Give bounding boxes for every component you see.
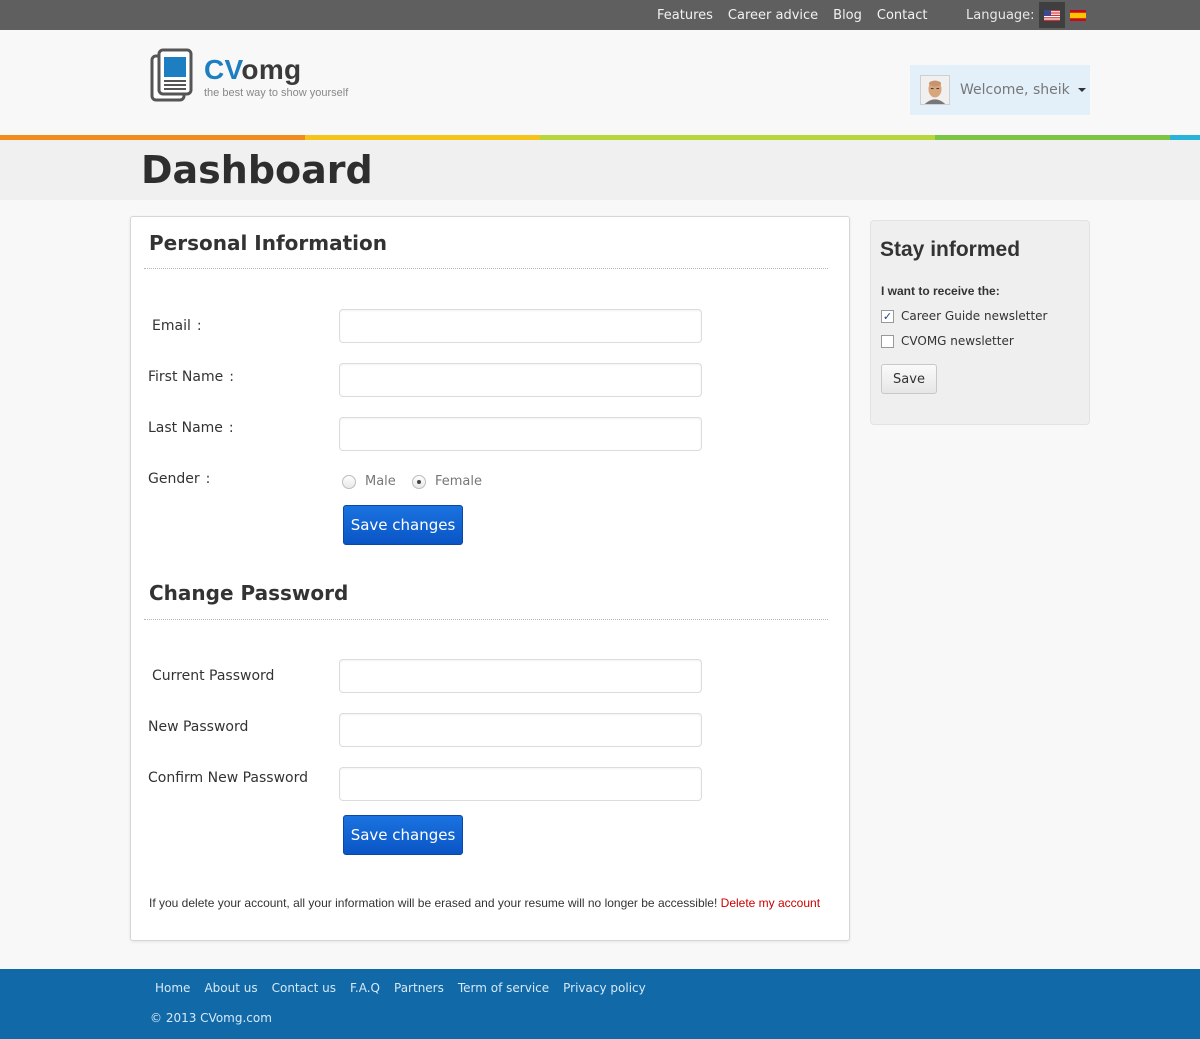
section-divider — [144, 619, 828, 620]
footer-partners-link[interactable]: Partners — [394, 981, 444, 995]
avatar — [920, 75, 950, 105]
language-switcher: Language: — [966, 0, 1091, 30]
nav-contact-link[interactable]: Contact — [877, 8, 928, 23]
spain-flag-icon — [1069, 9, 1086, 21]
gender-label: Gender: — [148, 471, 210, 487]
logo-omg-text: omg — [241, 54, 302, 85]
gender-male-radio[interactable]: Male — [342, 474, 396, 489]
footer-faq-link[interactable]: F.A.Q — [350, 981, 380, 995]
newsletter-save-button[interactable]: Save — [881, 364, 937, 394]
first-name-label-text: First Name — [148, 369, 224, 385]
page-title: Dashboard — [141, 148, 373, 192]
last-name-label: Last Name: — [148, 420, 234, 436]
email-label-text: Email — [152, 318, 191, 334]
first-name-field[interactable] — [339, 363, 702, 397]
newsletter-subtitle: I want to receive the: — [881, 284, 1000, 298]
last-name-field[interactable] — [339, 417, 702, 451]
copyright: © 2013 CVomg.com — [150, 1011, 272, 1025]
career-guide-label: Career Guide newsletter — [901, 309, 1048, 323]
current-password-label: Current Password — [152, 668, 275, 684]
checkbox-empty-icon — [881, 334, 894, 348]
top-nav: Features Career advice Blog Contact — [657, 0, 942, 30]
cvomg-newsletter-checkbox[interactable]: CVOMG newsletter — [881, 334, 1014, 348]
first-name-label-colon: : — [229, 369, 234, 385]
cvomg-newsletter-label: CVOMG newsletter — [901, 334, 1014, 348]
radio-female-label: Female — [435, 474, 483, 489]
logo[interactable]: CVomg the best way to show yourself — [150, 48, 360, 106]
footer — [0, 969, 1200, 1039]
footer-terms-link[interactable]: Term of service — [458, 981, 549, 995]
change-password-title: Change Password — [149, 581, 349, 605]
logo-cv-text: CV — [204, 54, 242, 85]
radio-male-label: Male — [365, 474, 396, 489]
last-name-label-colon: : — [228, 420, 234, 436]
newsletter-title: Stay informed — [880, 238, 1021, 261]
footer-contact-link[interactable]: Contact us — [272, 981, 336, 995]
first-name-label: First Name: — [148, 369, 234, 385]
new-password-field[interactable] — [339, 713, 702, 747]
gender-label-colon: : — [205, 471, 211, 487]
welcome-text: Welcome, sheik — [960, 82, 1070, 98]
us-flag-icon — [1043, 9, 1060, 21]
email-label-colon: : — [196, 318, 202, 334]
tagline: the best way to show yourself — [204, 87, 349, 99]
new-password-label: New Password — [148, 719, 249, 735]
footer-about-link[interactable]: About us — [204, 981, 257, 995]
confirm-password-field[interactable] — [339, 767, 702, 801]
last-name-label-text: Last Name — [148, 420, 223, 436]
confirm-password-label: Confirm New Password — [148, 770, 309, 786]
delete-account-link[interactable]: Delete my account — [721, 896, 820, 910]
email-label: Email: — [152, 318, 202, 334]
nav-blog-link[interactable]: Blog — [833, 8, 862, 23]
language-label: Language: — [966, 7, 1035, 23]
footer-privacy-link[interactable]: Privacy policy — [563, 981, 646, 995]
footer-nav: Home About us Contact us F.A.Q Partners … — [155, 981, 660, 995]
resume-logo-icon — [150, 48, 193, 102]
spanish-flag-button[interactable] — [1065, 2, 1091, 28]
user-menu-button[interactable]: Welcome, sheik — [910, 65, 1090, 115]
nav-features-link[interactable]: Features — [657, 8, 713, 23]
delete-warning-text: If you delete your account, all your inf… — [149, 896, 718, 910]
logo-text: CVomg — [204, 54, 301, 86]
email-field[interactable] — [339, 309, 702, 343]
radio-male-circle — [342, 474, 356, 489]
nav-career-advice-link[interactable]: Career advice — [728, 8, 818, 23]
english-flag-button[interactable] — [1038, 2, 1065, 28]
career-guide-checkbox[interactable]: ✓ Career Guide newsletter — [881, 309, 1047, 323]
gender-female-radio[interactable]: Female — [412, 474, 482, 489]
section-divider — [144, 268, 828, 269]
personal-info-title: Personal Information — [149, 231, 387, 255]
delete-account-note: If you delete your account, all your inf… — [149, 896, 820, 910]
checkbox-checked-icon: ✓ — [881, 309, 894, 323]
caret-down-icon — [1077, 88, 1086, 92]
current-password-field[interactable] — [339, 659, 702, 693]
radio-female-circle — [412, 474, 426, 489]
save-password-button[interactable]: Save changes — [343, 815, 463, 855]
save-personal-button[interactable]: Save changes — [343, 505, 463, 545]
footer-home-link[interactable]: Home — [155, 981, 190, 995]
gender-label-text: Gender — [148, 471, 200, 487]
